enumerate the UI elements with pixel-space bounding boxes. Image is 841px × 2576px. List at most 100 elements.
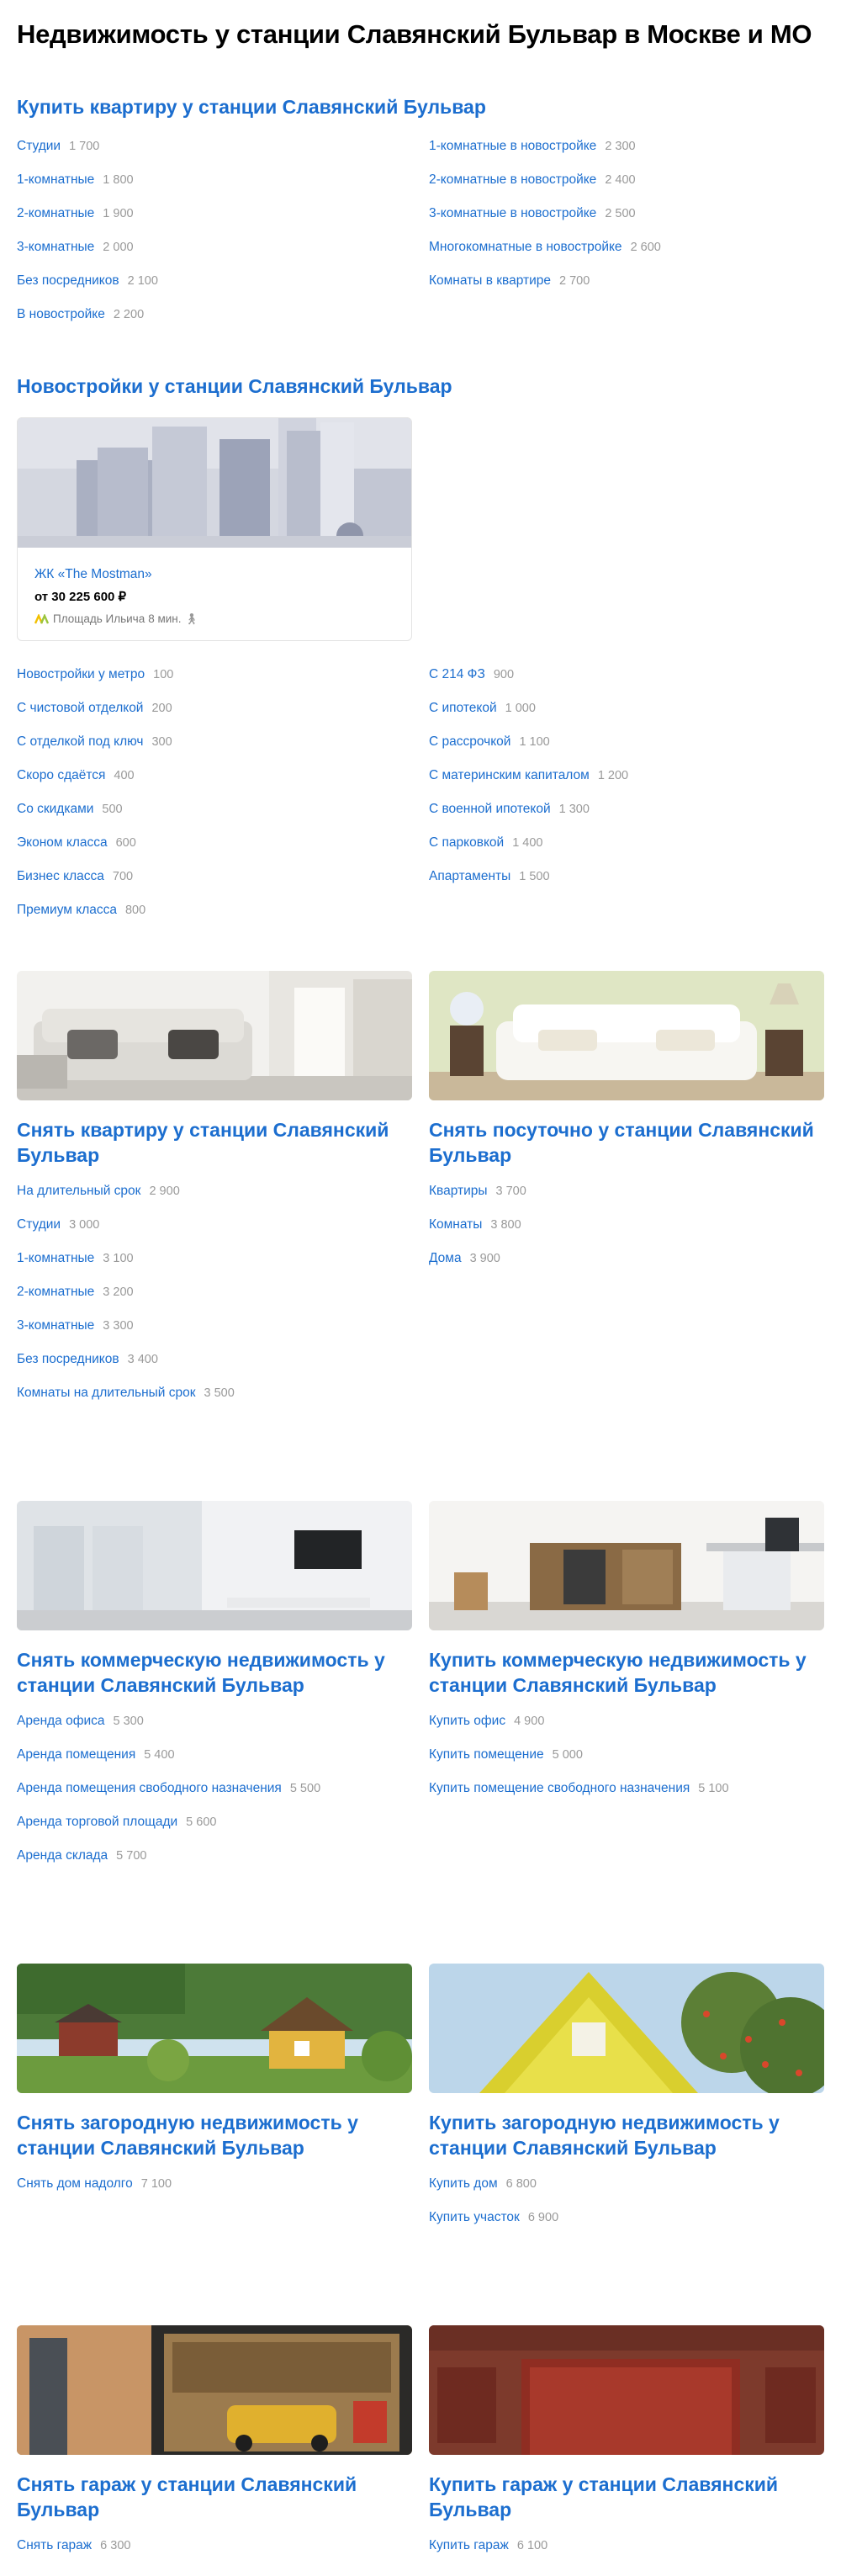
rent-flat-heading[interactable]: Снять квартиру у станции Славянский Буль… <box>17 1117 412 1168</box>
listing-count: 5 100 <box>698 1782 729 1795</box>
buy-flats-links-left: Студии 1 700 1-комнатные 1 800 2-комнатные 1 … <box>17 136 412 338</box>
link[interactable]: Купить дом <box>429 2176 498 2191</box>
link[interactable]: Квартиры <box>429 1184 488 1198</box>
rent-garage-image[interactable] <box>17 2325 412 2455</box>
rent-daily-heading[interactable]: Снять посуточно у станции Славянский Бул… <box>429 1117 824 1168</box>
link[interactable]: Эконом класса <box>17 835 108 850</box>
link[interactable]: Купить участок <box>429 2210 520 2224</box>
link[interactable]: 3-комнатные в новостройке <box>429 206 596 220</box>
newbuild-card[interactable]: ЖК «The Mostman» от 30 225 600 ₽ Площадь… <box>17 417 412 641</box>
buy-garage-heading[interactable]: Купить гараж у станции Славянский Бульва… <box>429 2472 824 2522</box>
list-item: Аренда торговой площади 5 600 <box>17 1812 412 1846</box>
link[interactable]: Аренда торговой площади <box>17 1815 177 1829</box>
newbuilds-heading[interactable]: Новостройки у станции Славянский Бульвар <box>17 374 452 399</box>
link[interactable]: С чистовой отделкой <box>17 701 143 715</box>
buy-flats-heading[interactable]: Купить квартиру у станции Славянский Бул… <box>17 94 486 119</box>
link[interactable]: Купить помещение <box>429 1747 544 1762</box>
link[interactable]: С 214 ФЗ <box>429 667 485 681</box>
link[interactable]: С военной ипотекой <box>429 802 551 816</box>
list-item: 1-комнатные 3 100 <box>17 1248 412 1282</box>
link[interactable]: Аренда помещения <box>17 1747 135 1762</box>
link[interactable]: Апартаменты <box>429 869 510 883</box>
rent-flat-image[interactable] <box>17 971 412 1100</box>
link[interactable]: Со скидками <box>17 802 93 816</box>
link[interactable]: С парковкой <box>429 835 504 850</box>
link[interactable]: Снять дом надолго <box>17 2176 133 2191</box>
link[interactable]: Новостройки у метро <box>17 667 145 681</box>
link[interactable]: Комнаты <box>429 1217 482 1232</box>
buy-garage-image[interactable] <box>429 2325 824 2455</box>
link[interactable]: Скоро сдаётся <box>17 768 105 782</box>
listing-count: 5 300 <box>113 1715 144 1728</box>
link[interactable]: 1-комнатные в новостройке <box>429 139 596 153</box>
list-item: На длительный срок 2 900 <box>17 1181 412 1215</box>
list-item: Студии 3 000 <box>17 1215 412 1248</box>
link[interactable]: 1-комнатные <box>17 172 94 187</box>
newbuilds-links-right: С 214 ФЗ 900 С ипотекой 1 000 С рассрочкой 1 … <box>429 665 824 900</box>
link[interactable]: Бизнес класса <box>17 869 104 883</box>
buy-country-heading[interactable]: Купить загородную недвижимость у станции… <box>429 2110 824 2160</box>
listing-count: 300 <box>151 735 172 749</box>
link[interactable]: Премиум класса <box>17 903 117 917</box>
rent-daily-image[interactable] <box>429 971 824 1100</box>
link[interactable]: С ипотекой <box>429 701 497 715</box>
list-item: Без посредников 2 100 <box>17 271 412 305</box>
link[interactable]: Многокомнатные в новостройке <box>429 240 622 254</box>
list-item: Аренда офиса 5 300 <box>17 1711 412 1745</box>
buy-country-image[interactable] <box>429 1964 824 2093</box>
link[interactable]: 3-комнатные <box>17 1318 94 1333</box>
link[interactable]: На длительный срок <box>17 1184 140 1198</box>
link[interactable]: Аренда офиса <box>17 1714 105 1728</box>
link[interactable]: Дома <box>429 1251 462 1265</box>
link[interactable]: С рассрочкой <box>429 734 510 749</box>
list-item: Купить гараж 6 100 <box>429 2536 824 2569</box>
link[interactable]: 2-комнатные <box>17 1285 94 1299</box>
buy-garage-card: Купить гараж у станции Славянский Бульва… <box>429 2325 824 2569</box>
link[interactable]: Купить помещение свободного назначения <box>429 1781 690 1795</box>
rent-garage-heading[interactable]: Снять гараж у станции Славянский Бульвар <box>17 2472 412 2522</box>
link[interactable]: С материнским капиталом <box>429 768 590 782</box>
rent-commercial-image[interactable] <box>17 1501 412 1630</box>
link[interactable]: В новостройке <box>17 307 105 321</box>
link[interactable]: Аренда помещения свободного назначения <box>17 1781 282 1795</box>
link[interactable]: Купить офис <box>429 1714 505 1728</box>
listing-count: 2 400 <box>605 173 636 187</box>
list-item: Новостройки у метро 100 <box>17 665 412 698</box>
link[interactable]: 2-комнатные <box>17 206 94 220</box>
newbuild-name[interactable]: ЖК «The Mostman» <box>34 565 394 584</box>
link[interactable]: Купить гараж <box>429 2538 509 2552</box>
link[interactable]: Без посредников <box>17 273 119 288</box>
link[interactable]: Комнаты на длительный срок <box>17 1386 196 1400</box>
buy-commercial-heading[interactable]: Купить коммерческую недвижимость у станц… <box>429 1647 824 1698</box>
link[interactable]: 1-комнатные <box>17 1251 94 1265</box>
rent-country-links: Снять дом надолго 7 100 <box>17 2174 412 2208</box>
list-item: С отделкой под ключ 300 <box>17 732 412 766</box>
rent-country-heading[interactable]: Снять загородную недвижимость у станции … <box>17 2110 412 2160</box>
list-item: Комнаты 3 800 <box>429 1215 824 1248</box>
list-item: Купить помещение 5 000 <box>429 1745 824 1778</box>
listing-count: 3 100 <box>103 1252 134 1265</box>
list-item: Купить участок 6 900 <box>429 2208 824 2241</box>
link[interactable]: Без посредников <box>17 1352 119 1366</box>
link[interactable]: 3-комнатные <box>17 240 94 254</box>
rent-commercial-heading[interactable]: Снять коммерческую недвижимость у станци… <box>17 1647 412 1698</box>
link[interactable]: С отделкой под ключ <box>17 734 143 749</box>
listing-count: 6 800 <box>505 2177 537 2191</box>
link[interactable]: 2-комнатные в новостройке <box>429 172 596 187</box>
listing-count: 1 300 <box>558 803 590 816</box>
rent-country-image[interactable] <box>17 1964 412 2093</box>
list-item: Эконом класса 600 <box>17 833 412 867</box>
listing-count: 4 900 <box>514 1715 545 1728</box>
list-item: Студии 1 700 <box>17 136 412 170</box>
list-item: В новостройке 2 200 <box>17 305 412 338</box>
link[interactable]: Комнаты в квартире <box>429 273 551 288</box>
listing-count: 800 <box>124 904 146 917</box>
link[interactable]: Студии <box>17 1217 61 1232</box>
link[interactable]: Снять гараж <box>17 2538 92 2552</box>
listing-count: 6 300 <box>100 2539 131 2552</box>
buy-commercial-image[interactable] <box>429 1501 824 1630</box>
listing-count: 6 900 <box>527 2211 559 2224</box>
list-item: С чистовой отделкой 200 <box>17 698 412 732</box>
link[interactable]: Студии <box>17 139 61 153</box>
link[interactable]: Аренда склада <box>17 1848 108 1863</box>
